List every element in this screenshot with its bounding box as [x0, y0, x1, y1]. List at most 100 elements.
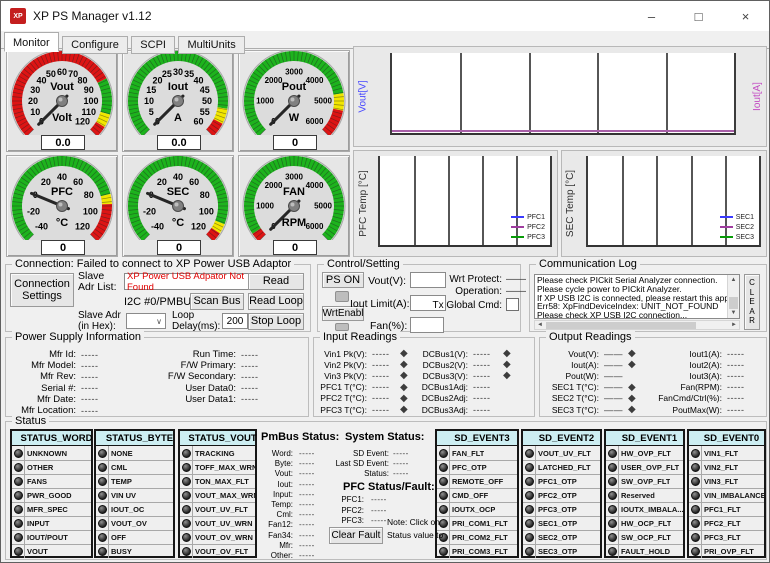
svg-text:PFC: PFC: [51, 186, 73, 198]
pmbus-value[interactable]: -----: [393, 449, 409, 458]
status-row: SEC1_OTP: [523, 516, 600, 530]
clear-fault-button[interactable]: Clear Fault: [329, 527, 383, 544]
scroll-up-icon[interactable]: ▲: [728, 275, 739, 285]
status-row: PFC1_FLT: [689, 502, 764, 516]
svg-text:°C: °C: [172, 217, 184, 229]
led-indicator-icon: [14, 477, 23, 486]
vout-input[interactable]: [410, 272, 446, 288]
pmbus-value[interactable]: -----: [393, 469, 409, 478]
svg-text:4000: 4000: [306, 181, 324, 190]
pmbus-value[interactable]: -----: [299, 490, 315, 499]
reading-label: Vin1 Pk(V):: [317, 349, 367, 359]
svg-text:5000: 5000: [314, 97, 332, 106]
read-loop-button[interactable]: Read Loop: [248, 293, 304, 310]
window-title: XP PS Manager v1.12: [33, 9, 152, 23]
pmbus-row: PFC2:-----: [319, 506, 489, 517]
pmbus-value[interactable]: -----: [371, 495, 387, 504]
scroll-right-icon[interactable]: ►: [729, 321, 739, 329]
slave-adr-select[interactable]: ∨: [126, 313, 166, 329]
tab-monitor[interactable]: Monitor: [4, 32, 59, 52]
reading-label: Mfr Date:: [10, 394, 76, 405]
close-button[interactable]: ×: [722, 1, 769, 31]
reading-value: -----: [473, 393, 503, 403]
h-scroll-thumb[interactable]: [546, 322, 696, 329]
pmbus-value[interactable]: -----: [393, 459, 409, 468]
status-row: VIN2_FLT: [689, 460, 764, 474]
connection-settings-button[interactable]: Connection Settings: [10, 273, 74, 307]
reading-label: PoutMax(W):: [642, 405, 722, 415]
legend-item: PFC3: [511, 232, 545, 242]
led-cell: [689, 461, 702, 474]
status-group-title: Status: [12, 415, 49, 427]
legend-line-swatch: [511, 236, 524, 238]
comm-log-textarea[interactable]: Please check PICkit Serial Analyzer conn…: [534, 274, 740, 319]
maximize-button[interactable]: □: [675, 1, 722, 31]
legend-item: PFC1: [511, 212, 545, 222]
loop-delay-input[interactable]: 200: [222, 313, 248, 329]
pmbus-label: Status:: [309, 469, 389, 478]
reading-value: -----: [727, 349, 761, 359]
table-header: SD_EVENT3: [437, 431, 517, 446]
status-row: INPUT: [12, 516, 91, 530]
svg-text:1000: 1000: [256, 202, 274, 211]
pmbus-value[interactable]: -----: [299, 520, 315, 529]
tab-multiunits[interactable]: MultiUnits: [178, 36, 244, 54]
status-row: VIN1_FLT: [689, 446, 764, 460]
read-button[interactable]: Read: [248, 273, 304, 290]
scroll-down-icon[interactable]: ▼: [728, 308, 739, 318]
status-diamond-icon: ◆: [400, 360, 408, 369]
stop-loop-button[interactable]: Stop Loop: [248, 313, 304, 330]
led-cell: [523, 475, 536, 488]
wrt-protect-value: ——: [506, 274, 526, 285]
svg-text:120: 120: [75, 222, 90, 232]
scroll-left-icon[interactable]: ◄: [535, 321, 545, 329]
reading-label: Serial #:: [10, 383, 76, 394]
h-scrollbar[interactable]: ◄ ►: [534, 320, 740, 330]
status-flag-label: VIN UV: [109, 491, 136, 500]
pmbus-value[interactable]: -----: [299, 531, 315, 540]
svg-text:-40: -40: [151, 222, 164, 232]
led-cell: [606, 531, 619, 544]
led-indicator-icon: [98, 533, 107, 542]
pmbus-value[interactable]: -----: [371, 506, 387, 515]
pmbus-label: PFC1:: [319, 495, 364, 504]
led-cell: [606, 446, 619, 460]
svg-text:100: 100: [83, 207, 98, 217]
reading-label: DCBus2Adj:: [414, 393, 468, 403]
scan-bus-button[interactable]: Scan Bus: [190, 293, 244, 310]
status-row: VOUT_UV_FLT: [523, 446, 600, 460]
pmbus-status-header: PmBus Status:: [261, 431, 339, 443]
legend-line-swatch: [511, 216, 524, 218]
led-cell: [180, 503, 193, 516]
ps-on-button[interactable]: PS ON: [322, 272, 364, 288]
led-cell: [523, 446, 536, 460]
status-flag-label: IOUT_OC: [109, 505, 144, 514]
led-indicator-icon: [98, 477, 107, 486]
tab-scpi[interactable]: SCPI: [131, 36, 175, 54]
status-diamond-icon: ◆: [400, 394, 408, 403]
svg-text:1000: 1000: [256, 97, 274, 106]
v-scrollbar[interactable]: ▲ ▼: [727, 275, 739, 318]
status-note-line1: Note: Click on: [387, 517, 440, 527]
pmbus-value[interactable]: -----: [299, 480, 315, 489]
reading-label: Vout(V):: [543, 349, 599, 359]
pmbus-value[interactable]: -----: [299, 500, 315, 509]
clear-log-button[interactable]: C L E A R: [744, 274, 760, 330]
chevron-down-icon: ∨: [156, 317, 162, 326]
control-group-title: Control/Setting: [324, 258, 403, 270]
svg-text:20: 20: [157, 177, 167, 187]
tx-global-checkbox[interactable]: [506, 298, 519, 311]
led-indicator-icon: [98, 449, 107, 458]
pmbus-value[interactable]: -----: [299, 541, 315, 550]
pmbus-value[interactable]: -----: [371, 516, 387, 525]
reading-label: Iout3(A):: [642, 371, 722, 381]
status-row: MFR_SPEC: [12, 502, 91, 516]
pmbus-value[interactable]: -----: [299, 551, 315, 560]
reading-label: DCBus2(V):: [414, 360, 468, 370]
reading-value: ——: [604, 393, 628, 403]
reading-row: Mfr Id:-----: [10, 349, 121, 360]
pmbus-value[interactable]: -----: [299, 510, 315, 519]
tab-configure[interactable]: Configure: [62, 36, 128, 54]
fan-input[interactable]: [410, 317, 444, 333]
minimize-button[interactable]: –: [628, 1, 675, 31]
